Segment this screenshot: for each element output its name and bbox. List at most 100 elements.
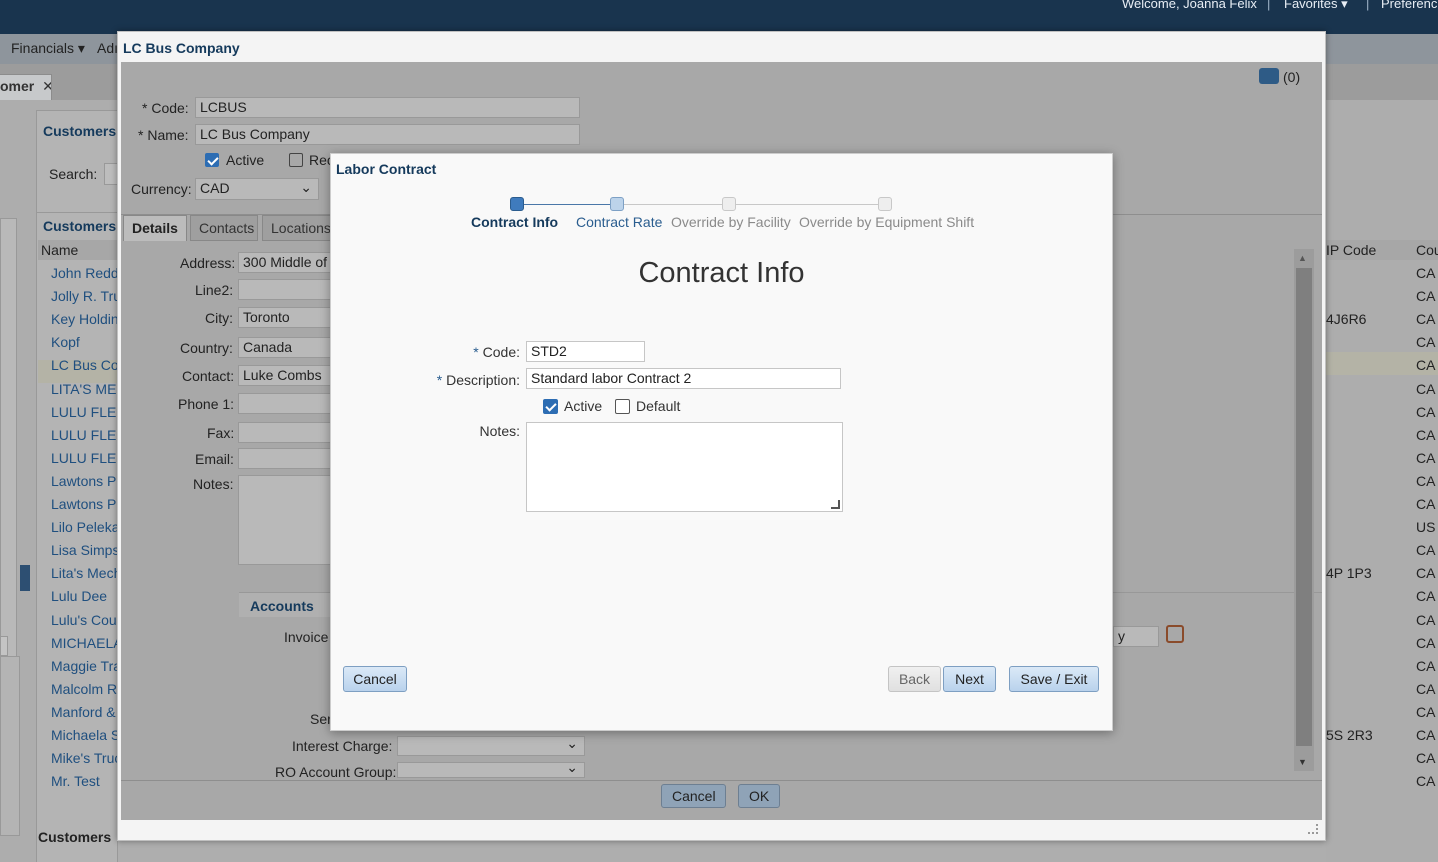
- customer-row-name[interactable]: Lulu Dee: [51, 588, 117, 604]
- customer-row-country: CA: [1416, 288, 1436, 304]
- notes-field[interactable]: [238, 475, 338, 565]
- customer-row-name[interactable]: Key Holdin: [51, 311, 117, 327]
- customer-row-name[interactable]: Lawtons Pl: [51, 496, 117, 512]
- scroll-up-icon[interactable]: ▲: [1298, 253, 1307, 263]
- line2-label: Line2:: [195, 282, 234, 298]
- customer-row-name[interactable]: LITA'S MEC: [51, 381, 117, 397]
- outer-cancel-button[interactable]: Cancel: [661, 784, 726, 808]
- customer-row-name[interactable]: Kopf: [51, 334, 117, 350]
- customer-row-country: CA: [1416, 334, 1436, 350]
- customer-row-name[interactable]: LULU FLEE: [51, 450, 117, 466]
- customer-row-zip: 4P 1P3: [1326, 565, 1372, 581]
- contract-description-input[interactable]: Standard labor Contract 2: [526, 368, 841, 389]
- labor-contract-title: Labor Contract: [336, 161, 437, 177]
- customer-row-name[interactable]: Lita's Mech: [51, 565, 117, 581]
- column-name-header[interactable]: Name: [41, 242, 78, 258]
- customer-row-country: CA: [1416, 588, 1436, 604]
- tab-contacts[interactable]: Contacts: [190, 215, 258, 241]
- customer-row-country: CA: [1416, 658, 1436, 674]
- customer-row-name[interactable]: Manford &: [51, 704, 117, 720]
- customer-row-name[interactable]: MICHAELA: [51, 635, 117, 651]
- search-input[interactable]: [104, 163, 118, 185]
- tab-locations[interactable]: Locations: [262, 215, 332, 241]
- customer-row-country: CA: [1416, 612, 1436, 628]
- close-icon[interactable]: ✕: [42, 78, 51, 94]
- customer-row-name[interactable]: Lawtons Pl: [51, 473, 117, 489]
- customer-row-country: CA: [1416, 750, 1436, 766]
- customer-row-name[interactable]: John Redd: [51, 265, 117, 281]
- customer-row-country: CA: [1416, 681, 1436, 697]
- contract-notes-textarea[interactable]: [526, 422, 843, 512]
- interest-charge-select[interactable]: ⌄: [397, 736, 585, 756]
- modal-back-button[interactable]: Back: [888, 666, 941, 692]
- chevron-down-icon: ⌄: [566, 762, 578, 775]
- outer-ok-button[interactable]: OK: [738, 784, 780, 808]
- favorites-menu[interactable]: Favorites ▾: [1284, 0, 1348, 12]
- customer-row-country: CA: [1416, 404, 1436, 420]
- bottom-tab-customers[interactable]: Customers: [38, 829, 111, 845]
- customer-row-name[interactable]: Jolly R. Tru: [51, 288, 117, 304]
- customer-row-country: CA: [1416, 427, 1436, 443]
- contact-field[interactable]: Luke Combs: [238, 365, 338, 386]
- modal-next-button[interactable]: Next: [943, 666, 996, 692]
- customer-row-name[interactable]: Mike's Truc: [51, 750, 117, 766]
- customer-row-country: CA: [1416, 704, 1436, 720]
- step-contract-info-marker[interactable]: [510, 197, 524, 211]
- modal-cancel-button[interactable]: Cancel: [343, 666, 407, 692]
- menu-admin[interactable]: Adı: [97, 40, 118, 56]
- step-contract-rate-marker[interactable]: [610, 197, 624, 211]
- ro-account-group-select[interactable]: ⌄: [397, 762, 585, 778]
- customer-row-name[interactable]: Malcolm R: [51, 681, 117, 697]
- customer-row-country: CA: [1416, 542, 1436, 558]
- country-label: Country:: [180, 340, 233, 356]
- collapse-panel-handle[interactable]: [20, 565, 30, 591]
- address-field[interactable]: 300 Middle of: [238, 252, 338, 273]
- modal-save-exit-button[interactable]: Save / Exit: [1009, 666, 1099, 692]
- invoice-right-field[interactable]: y: [1113, 626, 1159, 647]
- list-scrollbar-thumb[interactable]: [1296, 268, 1312, 746]
- contract-code-label: * Code:: [473, 344, 520, 360]
- customer-row-name[interactable]: Michaela S: [51, 727, 117, 743]
- tab-customer[interactable]: omer ✕: [0, 74, 52, 100]
- contract-description-label: * Description:: [436, 372, 520, 388]
- tab-details[interactable]: Details: [123, 215, 187, 241]
- contract-active-label: Active: [564, 398, 603, 414]
- customer-row-name[interactable]: Lilo Peleka: [51, 519, 117, 535]
- menu-financials[interactable]: Financials ▾: [11, 40, 85, 57]
- currency-select[interactable]: CAD ⌄: [195, 178, 319, 200]
- column-country-header[interactable]: Cou: [1416, 242, 1438, 258]
- customer-row-country: CA: [1416, 565, 1436, 581]
- email-field[interactable]: [238, 448, 338, 469]
- contract-default-checkbox[interactable]: [615, 399, 630, 414]
- customer-row-name[interactable]: Lulu's Cour: [51, 612, 117, 628]
- attachment-camera-icon[interactable]: [1259, 68, 1279, 84]
- city-field[interactable]: Toronto: [238, 307, 338, 328]
- attachment-count: (0): [1283, 69, 1301, 85]
- customer-row-name[interactable]: LULU FLEE: [51, 427, 117, 443]
- name-field[interactable]: LC Bus Company: [195, 124, 580, 145]
- contract-code-input[interactable]: STD2: [526, 341, 645, 362]
- customer-row-name[interactable]: Mr. Test: [51, 773, 117, 789]
- customer-row-name[interactable]: LULU FLEE: [51, 404, 117, 420]
- code-field[interactable]: LCBUS: [195, 97, 580, 118]
- customer-row-country: CA: [1416, 496, 1436, 512]
- resize-grip-icon[interactable]: [1308, 824, 1318, 834]
- customer-row-name[interactable]: Lisa Simps: [51, 542, 117, 558]
- step-contract-rate[interactable]: Contract Rate: [576, 214, 662, 230]
- fax-field[interactable]: [238, 422, 338, 443]
- customers-list-title: Customers: [43, 218, 117, 234]
- resize-handle-icon[interactable]: [831, 500, 840, 509]
- rec-checkbox[interactable]: [289, 153, 303, 167]
- line2-field[interactable]: [238, 279, 338, 300]
- phone-field[interactable]: [238, 393, 338, 414]
- country-field[interactable]: Canada: [238, 337, 338, 358]
- customer-row-name[interactable]: Maggie Tra: [51, 658, 117, 674]
- step-contract-info[interactable]: Contract Info: [471, 214, 558, 230]
- calendar-clock-icon[interactable]: [1166, 625, 1184, 643]
- preferences-link[interactable]: Preferenc: [1381, 0, 1437, 11]
- scroll-down-icon[interactable]: ▼: [1298, 757, 1307, 767]
- active-checkbox[interactable]: [205, 153, 219, 167]
- contract-active-checkbox[interactable]: [543, 399, 558, 414]
- column-zip-header[interactable]: IP Code: [1326, 242, 1376, 258]
- customer-row-name[interactable]: LC Bus Cor: [51, 357, 117, 373]
